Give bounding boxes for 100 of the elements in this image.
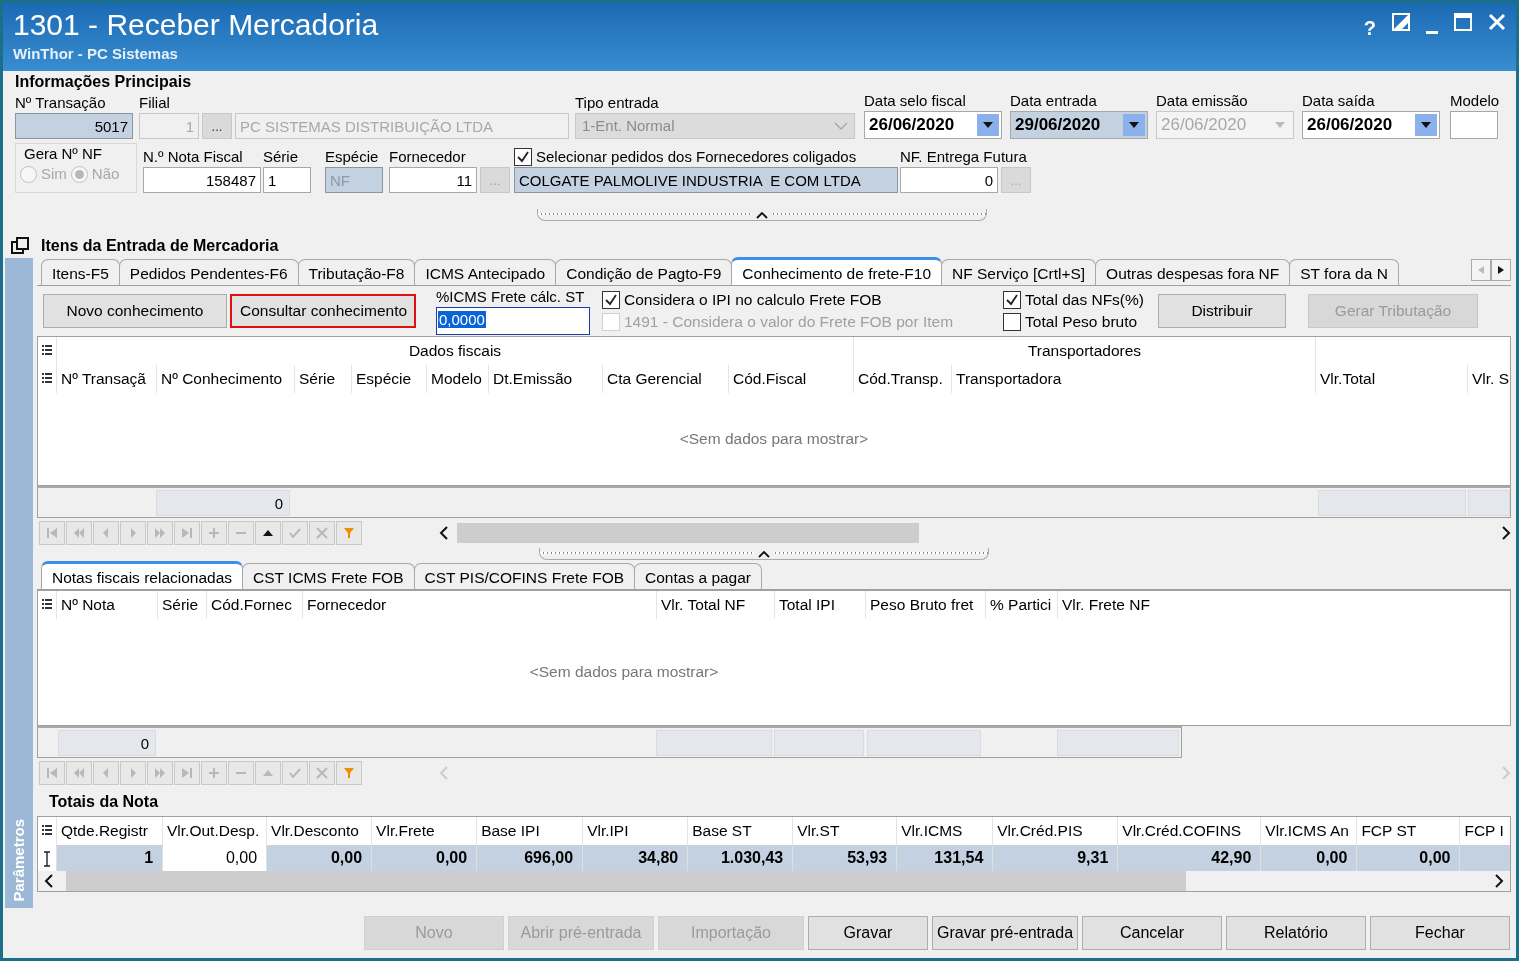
- column-header[interactable]: Nº Conhecimento: [156, 365, 294, 393]
- field-label: N.º Nota Fiscal: [143, 147, 244, 167]
- input-field[interactable]: 158487: [143, 167, 261, 193]
- last-record-icon: [181, 767, 193, 779]
- tab[interactable]: Conhecimento de frete-F10: [731, 257, 942, 285]
- table-cell: 696,00: [476, 845, 583, 871]
- filter-icon: [343, 527, 355, 539]
- column-header[interactable]: Vlr. S: [1467, 365, 1511, 393]
- footer-button[interactable]: Gravar: [808, 916, 928, 950]
- input-field[interactable]: 11: [389, 167, 477, 193]
- action-button[interactable]: Consultar conhecimento: [230, 294, 416, 328]
- field-label: Espécie: [325, 147, 380, 167]
- filter-icon: [343, 767, 355, 779]
- field-label: Data entrada: [1010, 91, 1098, 111]
- column-header[interactable]: Nº Nota: [56, 591, 157, 619]
- tab[interactable]: NF Serviço [Crtl+S]: [941, 259, 1097, 285]
- first-record-icon: [46, 527, 58, 539]
- column-header[interactable]: Cód.Fornec: [206, 591, 302, 619]
- checkbox[interactable]: [1003, 291, 1022, 309]
- date-field[interactable]: 26/06/2020: [864, 111, 1002, 139]
- last-record-icon: [181, 527, 193, 539]
- column-header[interactable]: Vlr. Total NF: [656, 591, 774, 619]
- footer-button[interactable]: Relatório: [1226, 916, 1366, 950]
- splitter-handle[interactable]: [536, 209, 987, 221]
- column-header[interactable]: Modelo: [426, 365, 488, 393]
- input-field[interactable]: 5017: [15, 113, 133, 139]
- tab[interactable]: ICMS Antecipado: [414, 259, 557, 285]
- checkbox[interactable]: [1003, 313, 1022, 331]
- window-mode-icon: [1392, 13, 1410, 31]
- footer-button[interactable]: Gravar pré-entrada: [932, 916, 1078, 950]
- column-header[interactable]: Série: [294, 365, 351, 393]
- tab[interactable]: Condição de Pagto-F9: [555, 259, 733, 285]
- column-header[interactable]: Fornecedor: [302, 591, 656, 619]
- column-header[interactable]: Série: [157, 591, 206, 619]
- input-field[interactable]: COLGATE PALMOLIVE INDUSTRIA E COM LTDA: [514, 167, 898, 193]
- plus-icon: [208, 527, 220, 539]
- column-header[interactable]: Cód.Transp.: [853, 365, 951, 393]
- column-header[interactable]: % Partici: [985, 591, 1057, 619]
- tab[interactable]: ST fora da N: [1289, 259, 1399, 285]
- column-header[interactable]: Nº Transaçã: [56, 365, 156, 393]
- column-chooser-icon: [42, 372, 52, 386]
- navigator-button[interactable]: [255, 521, 281, 545]
- tab[interactable]: Itens-F5: [41, 259, 120, 285]
- checkbox-label: Total Peso bruto: [1025, 312, 1138, 332]
- scroll-right-button[interactable]: [1491, 259, 1511, 281]
- footer-button[interactable]: Cancelar: [1082, 916, 1222, 950]
- action-button[interactable]: Novo conhecimento: [43, 294, 227, 328]
- left-triangle-icon: [1477, 265, 1485, 275]
- input-field[interactable]: 0: [900, 167, 998, 193]
- restore-icon: [11, 237, 29, 255]
- column-header[interactable]: Dt.Emissão: [488, 365, 602, 393]
- band-header: Dados fiscais: [56, 337, 853, 365]
- horizontal-scrollbar[interactable]: [38, 871, 1510, 891]
- dropdown-button[interactable]: [1415, 114, 1437, 136]
- column-header[interactable]: Transportadora: [951, 365, 1315, 393]
- help-button[interactable]: ?: [1363, 13, 1376, 43]
- table-cell: 131,54: [896, 845, 993, 871]
- field-label: %ICMS Frete cálc. ST: [436, 287, 586, 307]
- footer-button[interactable]: Fechar: [1370, 916, 1510, 950]
- scrollbar-thumb[interactable]: [457, 523, 919, 543]
- column-header[interactable]: Peso Bruto fret: [865, 591, 985, 619]
- dropdown-button[interactable]: [1123, 114, 1145, 136]
- x-icon: [316, 527, 328, 539]
- field-label: Nº Transação: [15, 93, 107, 113]
- checkbox-label: Total das NFs(%): [1025, 290, 1144, 310]
- chevron-down-icon: [834, 121, 848, 131]
- table-cell: 9,31: [992, 845, 1118, 871]
- section-title: Informações Principais: [15, 73, 193, 91]
- table-cell: 1: [56, 845, 163, 871]
- splitter-handle[interactable]: [539, 548, 989, 560]
- window-title: 1301 - Receber Mercadoria: [13, 7, 379, 43]
- double-left-icon: [73, 527, 85, 539]
- date-field[interactable]: 26/06/2020: [1302, 111, 1440, 139]
- column-header[interactable]: Cta Gerencial: [602, 365, 728, 393]
- column-header[interactable]: Espécie: [351, 365, 426, 393]
- tab[interactable]: Outras despesas fora NF: [1095, 259, 1291, 285]
- column-header[interactable]: Vlr. Frete NF: [1057, 591, 1187, 619]
- first-record-icon: [46, 767, 58, 779]
- field-label: Fornecedor: [389, 147, 467, 167]
- empty-message: <Sem dados para mostrar>: [529, 662, 719, 683]
- tab[interactable]: Contas a pagar: [634, 563, 763, 589]
- action-button[interactable]: Distribuir: [1158, 294, 1286, 328]
- input-field[interactable]: 1: [263, 167, 311, 193]
- column-header[interactable]: Cód.Fiscal: [728, 365, 853, 393]
- scrollbar-thumb[interactable]: [66, 871, 1186, 891]
- x-icon: [316, 767, 328, 779]
- checkbox-label: Selecionar pedidos dos Fornecedores coligados: [536, 147, 857, 167]
- double-right-icon: [154, 767, 166, 779]
- column-header[interactable]: Vlr.Total: [1315, 365, 1467, 393]
- tab[interactable]: Tributação-F8: [297, 259, 416, 285]
- chevron-left-icon: [439, 526, 449, 540]
- input-field[interactable]: [1450, 111, 1498, 139]
- dropdown-button[interactable]: [977, 114, 999, 136]
- input-field[interactable]: 0,0000: [436, 307, 590, 335]
- field-label: Série: [263, 147, 300, 167]
- checkbox[interactable]: [514, 148, 532, 166]
- date-field[interactable]: 29/06/2020: [1010, 111, 1148, 139]
- column-header[interactable]: Total IPI: [774, 591, 865, 619]
- tab[interactable]: Notas fiscais relacionadas: [41, 561, 244, 589]
- checkbox[interactable]: [602, 291, 620, 309]
